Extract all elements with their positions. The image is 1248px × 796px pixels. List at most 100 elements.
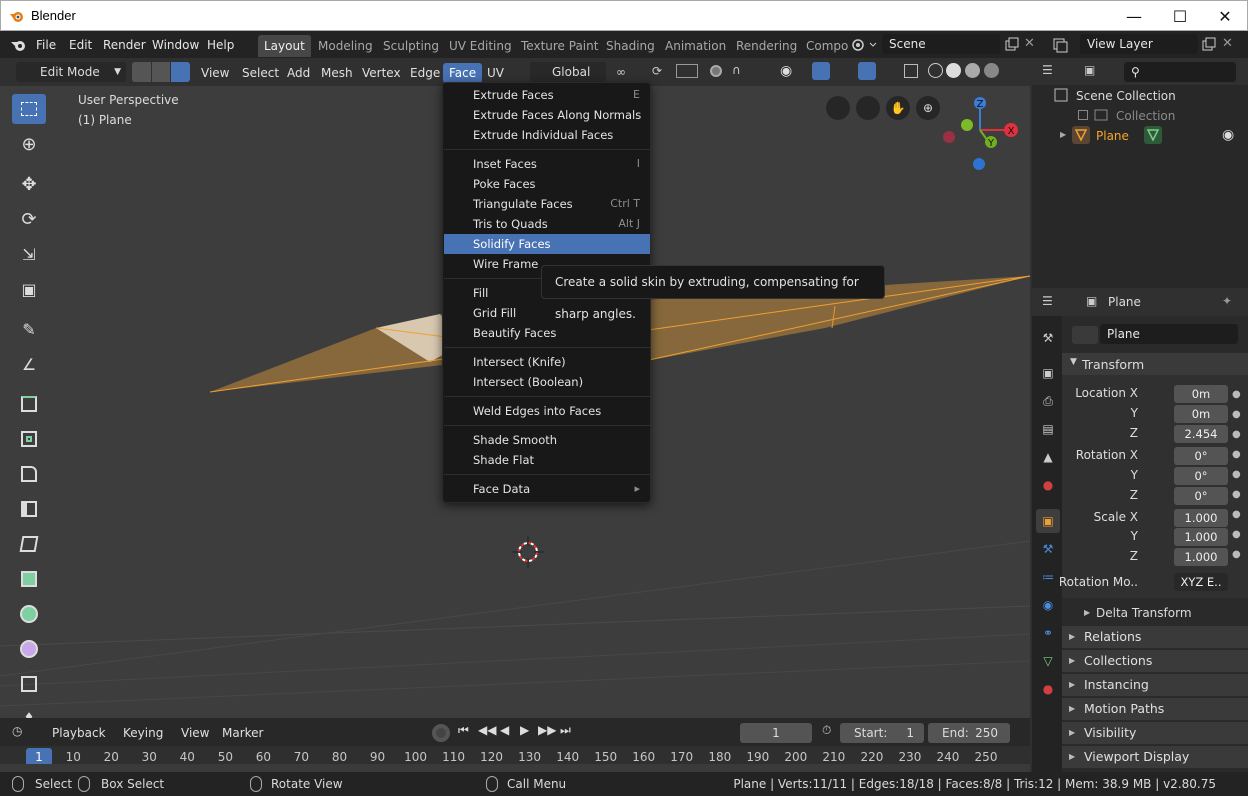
shading-wireframe-icon[interactable] [928,63,943,78]
modifier-wrench-icon[interactable]: ⚒ [1036,537,1060,561]
menu-item-extrude-faces-along-normals[interactable]: Extrude Faces Along Normals [444,105,650,125]
menu-item-poke-faces[interactable]: Poke Faces [444,174,650,194]
snap-icon[interactable]: ⟳ [652,64,662,78]
toggle-camera-view-icon[interactable] [826,96,850,120]
location-x-field[interactable]: 0m [1174,385,1228,403]
camera-icon[interactable] [856,96,880,120]
mode-selector[interactable]: Edit Mode ▼ [16,62,126,82]
expand-arrow-icon[interactable]: ▶ [1060,130,1066,139]
header-menu-edge[interactable]: Edge [404,63,446,83]
pin-icon[interactable]: ✦ [1222,294,1232,308]
location-y-field[interactable]: 0m [1174,405,1228,423]
gizmo-toggle-icon[interactable] [812,62,830,80]
menu-item-shade-flat[interactable]: Shade Flat [444,450,650,470]
transform-tool-icon[interactable]: ▣ [12,274,46,304]
material-tab-icon[interactable]: ● [1036,677,1060,701]
header-menu-add[interactable]: Add [281,63,316,83]
visibility-eye-icon[interactable]: ◉ [780,63,792,79]
outliner-object-plane[interactable]: Plane [1096,129,1129,143]
pivot-icon[interactable]: ∞ [616,65,626,79]
mesh-data-tab-icon[interactable]: ▽ [1036,649,1060,673]
scale-x-field[interactable]: 1.000 [1174,509,1228,527]
delete-scene-icon[interactable]: ✕ [1024,36,1035,51]
panel-collections[interactable]: ▶ Collections [1062,650,1248,672]
scene-name-field[interactable]: Scene [882,34,1000,54]
maximize-button[interactable]: ☐ [1157,1,1203,31]
overlay-toggle-icon[interactable] [858,62,876,80]
delta-transform-subpanel[interactable]: ▶ Delta Transform [1062,604,1248,624]
workspace-tab-layout[interactable]: Layout [258,35,311,57]
panel-visibility[interactable]: ▶ Visibility [1062,722,1248,744]
scale-tool-icon[interactable]: ⇲ [12,239,46,269]
display-mode-icon[interactable]: ▣ [1084,63,1095,77]
menu-item-intersect-boolean[interactable]: Intersect (Boolean) [444,372,650,392]
object-name-field[interactable]: Plane [1100,324,1238,344]
menu-item-intersect-knife[interactable]: Intersect (Knife) [444,352,650,372]
select-box-tool-icon[interactable] [12,94,46,124]
menu-item-triangulate-faces[interactable]: Triangulate Faces Ctrl T [444,194,650,214]
workspace-tab-compositing[interactable]: Compo [800,35,854,57]
menu-item-face-data[interactable]: Face Data ▸ [444,479,650,499]
edge-slide-tool-icon[interactable] [12,669,46,699]
poly-build-tool-icon[interactable] [12,564,46,594]
menu-item-extrude-faces[interactable]: Extrude Faces E [444,85,650,105]
view-layer-icon[interactable] [1052,37,1076,53]
header-menu-face[interactable]: Face [443,63,483,83]
menu-edit[interactable]: Edit [69,36,92,54]
move-tool-icon[interactable]: ✥ [12,169,46,199]
hide-in-viewport-eye-icon[interactable]: ◉ [1222,127,1234,143]
edge-select-icon[interactable] [151,62,171,82]
annotate-tool-icon[interactable]: ✎ [12,314,46,344]
proportional-edit-icon[interactable] [710,65,722,77]
outliner-collection[interactable]: Collection [1116,109,1175,123]
gizmo-neg-y[interactable] [961,119,973,131]
zoom-icon[interactable]: ⊕ [916,96,940,120]
scale-z-field[interactable]: 1.000 [1174,548,1228,566]
world-tab-icon[interactable]: ● [1036,473,1060,497]
blender-menu-icon[interactable] [10,37,28,53]
xray-icon[interactable] [904,64,918,78]
object-datablock-icon[interactable] [1072,326,1098,344]
minimize-button[interactable]: — [1111,1,1157,31]
transform-orientation-dropdown[interactable]: Global [530,62,606,82]
header-menu-vertex[interactable]: Vertex [356,63,407,83]
workspace-tab-animation[interactable]: Animation [659,35,732,57]
gizmo-neg-x[interactable] [943,131,955,143]
gizmo-neg-z[interactable] [973,158,985,170]
header-menu-uv[interactable]: UV [481,63,510,83]
falloff-icon[interactable]: ∩ [732,63,741,77]
collection-checkbox[interactable] [1078,110,1088,120]
scene-selector-icon[interactable] [852,38,880,52]
tool-tab-icon[interactable]: ⚒ [1036,326,1060,350]
constraints-tab-icon[interactable]: ⚭ [1036,621,1060,645]
rotation-y-field[interactable]: 0° [1174,467,1228,485]
scale-y-field[interactable]: 1.000 [1174,528,1228,546]
workspace-tab-modeling[interactable]: Modeling [312,35,379,57]
menu-item-shade-smooth[interactable]: Shade Smooth [444,430,650,450]
inset-tool-icon[interactable] [12,424,46,454]
pan-hand-icon[interactable]: ✋ [886,96,910,120]
header-menu-mesh[interactable]: Mesh [315,63,359,83]
view-layer-tab-icon[interactable]: ▤ [1036,417,1060,441]
snap-target-icon[interactable] [676,64,698,78]
panel-relations[interactable]: ▶ Relations [1062,626,1248,648]
outliner-scene-collection[interactable]: Scene Collection [1076,89,1176,103]
view-layer-field[interactable]: View Layer [1080,34,1198,54]
close-window-button[interactable]: ✕ [1202,1,1248,31]
outliner-search-input[interactable]: ⚲ [1124,62,1236,82]
rotation-x-field[interactable]: 0° [1174,447,1228,465]
object-tab-icon[interactable]: ▣ [1036,509,1060,533]
workspace-tab-sculpting[interactable]: Sculpting [377,35,445,57]
workspace-tab-texture-paint[interactable]: Texture Paint [515,35,604,57]
menu-item-extrude-individual-faces[interactable]: Extrude Individual Faces [444,125,650,145]
extrude-tool-icon[interactable] [12,389,46,419]
smooth-tool-icon[interactable] [12,634,46,664]
navigation-gizmo[interactable]: Z X Y [940,94,1020,174]
new-scene-icon[interactable] [1004,37,1020,53]
menu-item-solidify-faces[interactable]: Solidify Faces [444,234,650,254]
workspace-tab-rendering[interactable]: Rendering [730,35,803,57]
rotate-tool-icon[interactable]: ⟳ [12,204,46,234]
knife-tool-icon[interactable] [12,529,46,559]
cursor-tool-icon[interactable]: ⊕ [12,129,46,159]
delete-view-layer-icon[interactable]: ✕ [1222,36,1233,51]
